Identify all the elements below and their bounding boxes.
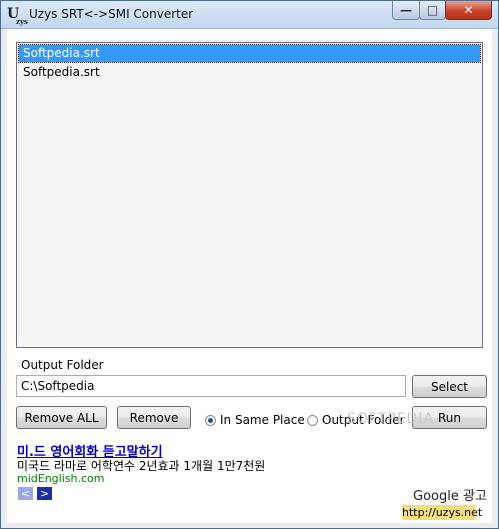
close-button[interactable]: ✕ (445, 1, 492, 20)
app-window: Uzys Uzys SRT<->SMI Converter — □ ✕ Soft… (0, 0, 499, 529)
output-folder-field[interactable]: C:\Softpedia (16, 375, 406, 397)
list-item[interactable]: Softpedia.srt (18, 44, 481, 63)
watermark: SOFTPEDIA (347, 411, 435, 427)
website-link[interactable]: http://uzys.net (402, 505, 482, 520)
minimize-button[interactable]: — (392, 1, 420, 20)
select-button[interactable]: Select (412, 375, 487, 398)
ad-prev-icon[interactable]: < (18, 487, 33, 500)
radio-same-place-label: In Same Place (220, 413, 305, 427)
window-title: Uzys SRT<->SMI Converter (29, 7, 194, 21)
app-icon: Uzys (7, 5, 28, 26)
title-bar[interactable]: Uzys Uzys SRT<->SMI Converter — □ ✕ (1, 1, 498, 29)
maximize-button[interactable]: □ (419, 1, 446, 20)
ad-url-link[interactable]: midEnglish.com (17, 472, 104, 485)
client-area: Softpedia.srt Softpedia.srt Output Folde… (7, 29, 492, 523)
remove-button[interactable]: Remove (117, 406, 191, 429)
output-folder-label: Output Folder (21, 358, 104, 372)
radio-dot[interactable] (307, 414, 318, 426)
remove-all-button[interactable]: Remove ALL (16, 406, 107, 429)
radio-dot-selected[interactable] (205, 414, 216, 426)
radio-same-place[interactable]: In Same Place (205, 413, 305, 427)
google-ads-label[interactable]: Google 광고 (413, 485, 487, 504)
file-listbox[interactable]: Softpedia.srt Softpedia.srt (16, 42, 483, 348)
ad-next-icon[interactable]: > (37, 487, 52, 500)
list-item[interactable]: Softpedia.srt (19, 64, 480, 81)
